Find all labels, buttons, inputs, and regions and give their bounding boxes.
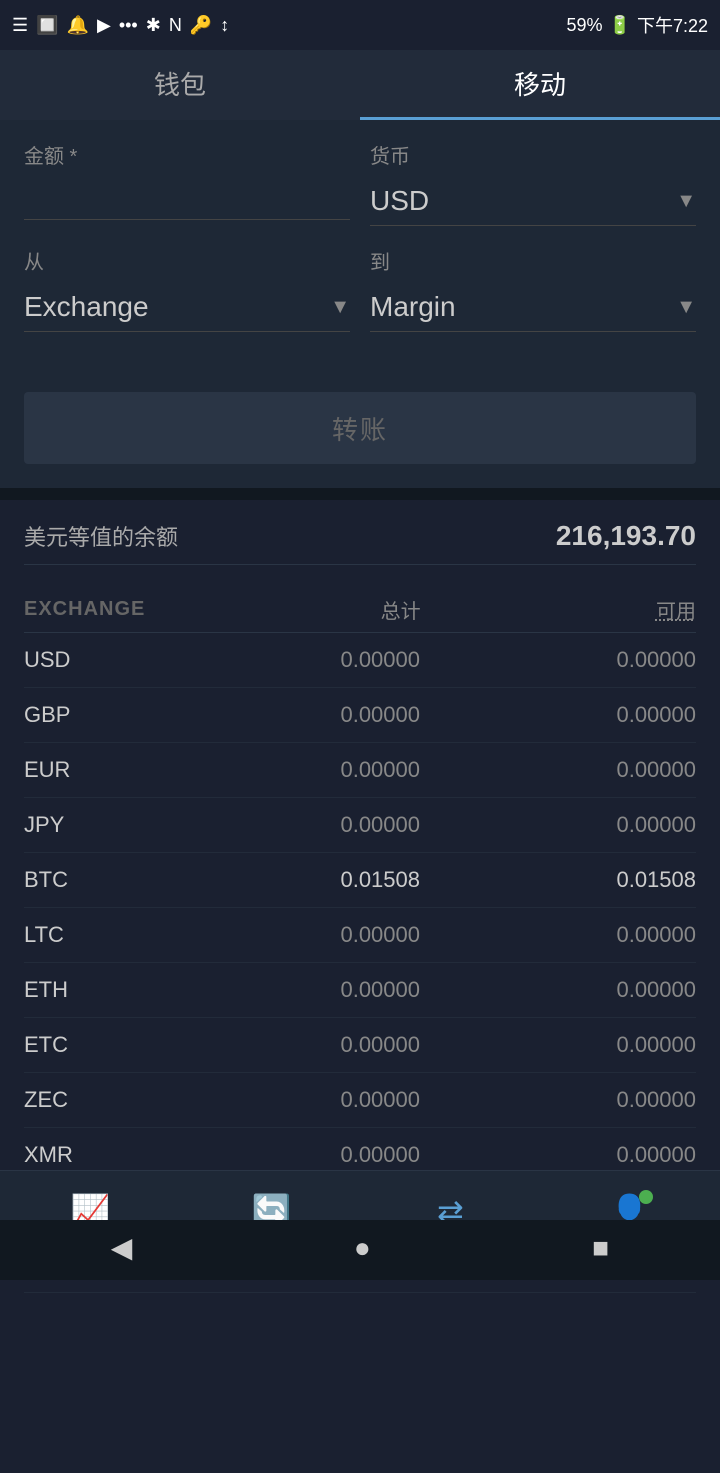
currency-select[interactable]: USD ▼ [370, 177, 696, 226]
table-row: USD 0.00000 0.00000 [24, 633, 696, 688]
currency-available-value: 0.00000 [536, 702, 696, 728]
from-select[interactable]: Exchange ▼ [24, 283, 350, 332]
currency-available-value: 0.00000 [536, 1142, 696, 1168]
currency-total-value: 0.00000 [260, 647, 420, 673]
currency-symbol: EUR [24, 757, 144, 783]
currency-available-value: 0.00000 [536, 757, 696, 783]
currency-total-value: 0.00000 [260, 757, 420, 783]
balance-label: 美元等值的余额 [24, 520, 178, 552]
to-value: Margin [370, 291, 676, 323]
transfer-btn-wrapper: 转账 [0, 382, 720, 488]
exchange-section-title: EXCHANGE [24, 598, 145, 621]
currency-available-value: 0.00000 [536, 1087, 696, 1113]
currency-total-value: 0.00000 [260, 812, 420, 838]
currency-total-value: 0.00000 [260, 702, 420, 728]
currency-total-value: 0.00000 [260, 1032, 420, 1058]
currency-available-value: 0.00000 [536, 1032, 696, 1058]
battery-percent: 59% [567, 15, 603, 36]
from-group: 从 Exchange ▼ [24, 246, 350, 332]
bluetooth-icon: ✱ [146, 15, 161, 36]
table-row: ETH 0.00000 0.00000 [24, 963, 696, 1018]
currency-total-value: 0.00000 [260, 1087, 420, 1113]
to-dropdown-icon: ▼ [676, 296, 696, 319]
currency-symbol: GBP [24, 702, 144, 728]
to-select[interactable]: Margin ▼ [370, 283, 696, 332]
bell-icon: 🔔 [67, 15, 89, 36]
app-icon: 🔲 [36, 15, 58, 36]
form-row-from-to: 从 Exchange ▼ 到 Margin ▼ [24, 246, 696, 332]
currency-dropdown-icon: ▼ [676, 190, 696, 213]
balance-section: 美元等值的余额 216,193.70 [0, 500, 720, 585]
currency-total-value: 0.00000 [260, 1142, 420, 1168]
battery-icon: 🔋 [609, 15, 631, 36]
currency-total-value: 0.00000 [260, 977, 420, 1003]
currency-symbol: BTC [24, 867, 144, 893]
currency-symbol: XMR [24, 1142, 144, 1168]
section-divider [0, 488, 720, 500]
table-row: BTC 0.01508 0.01508 [24, 853, 696, 908]
menu-icon: ☰ [12, 15, 28, 36]
to-group: 到 Margin ▼ [370, 246, 696, 332]
currency-available-value: 0.00000 [536, 977, 696, 1003]
currency-symbol: LTC [24, 922, 144, 948]
tab-move[interactable]: 移动 [360, 50, 720, 120]
currency-symbol: JPY [24, 812, 144, 838]
exchange-header: EXCHANGE 总计 可用 [24, 585, 696, 633]
online-indicator [639, 1190, 653, 1204]
amount-input[interactable] [24, 177, 350, 220]
currency-available-value: 0.00000 [536, 922, 696, 948]
balance-value: 216,193.70 [556, 520, 696, 552]
currency-total-value: 0.01508 [260, 867, 420, 893]
table-row: JPY 0.00000 0.00000 [24, 798, 696, 853]
tab-wallet[interactable]: 钱包 [0, 50, 360, 120]
table-row: LTC 0.00000 0.00000 [24, 908, 696, 963]
from-dropdown-icon: ▼ [330, 296, 350, 319]
time-display: 下午7:22 [637, 12, 708, 38]
amount-group: 金额 * [24, 140, 350, 226]
currency-symbol: ETC [24, 1032, 144, 1058]
status-bar: ☰ 🔲 🔔 ▶ ••• ✱ N 🔑 ↕ 59% 🔋 下午7:22 [0, 0, 720, 50]
col-total-header: 总计 [261, 595, 421, 624]
dots-icon: ••• [119, 15, 138, 36]
status-right: 59% 🔋 下午7:22 [567, 12, 709, 38]
status-icons-left: ☰ 🔲 🔔 ▶ ••• ✱ N 🔑 ↕ [12, 15, 229, 36]
table-row: ETC 0.00000 0.00000 [24, 1018, 696, 1073]
top-tab-bar: 钱包 移动 [0, 50, 720, 120]
transfer-button[interactable]: 转账 [24, 392, 696, 464]
form-row-amount-currency: 金额 * 货币 USD ▼ [24, 140, 696, 226]
balance-row: 美元等值的余额 216,193.70 [24, 520, 696, 565]
send-icon: ▶ [97, 15, 111, 36]
currency-label: 货币 [370, 140, 696, 169]
col-available-header: 可用 [536, 595, 696, 624]
currency-available-value: 0.00000 [536, 812, 696, 838]
table-row: GBP 0.00000 0.00000 [24, 688, 696, 743]
table-row: ZEC 0.00000 0.00000 [24, 1073, 696, 1128]
currency-group: 货币 USD ▼ [370, 140, 696, 226]
recent-button[interactable]: ■ [592, 1232, 609, 1264]
back-button[interactable]: ◀ [111, 1231, 133, 1264]
currency-available-value: 0.00000 [536, 647, 696, 673]
from-label: 从 [24, 246, 350, 275]
signal-icon: ↕ [220, 15, 229, 36]
table-row: EUR 0.00000 0.00000 [24, 743, 696, 798]
android-nav-bar: ◀ ● ■ [0, 1220, 720, 1280]
home-button[interactable]: ● [354, 1232, 371, 1264]
key-icon: 🔑 [190, 15, 212, 36]
transfer-form: 金额 * 货币 USD ▼ 从 Exchange ▼ [0, 120, 720, 382]
currency-available-value: 0.01508 [536, 867, 696, 893]
nfc-icon: N [169, 15, 182, 36]
currency-value: USD [370, 185, 676, 217]
to-label: 到 [370, 246, 696, 275]
currency-symbol: ZEC [24, 1087, 144, 1113]
amount-label: 金额 * [24, 140, 350, 169]
currency-symbol: USD [24, 647, 144, 673]
currency-total-value: 0.00000 [260, 922, 420, 948]
currency-symbol: ETH [24, 977, 144, 1003]
from-value: Exchange [24, 291, 330, 323]
